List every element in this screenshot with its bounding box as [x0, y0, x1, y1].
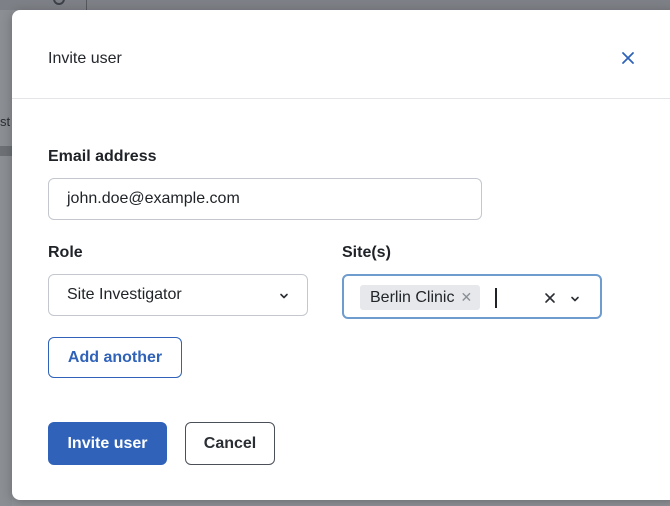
site-chip: Berlin Clinic ✕ [360, 285, 481, 310]
chip-remove-icon[interactable]: ✕ [460, 289, 472, 306]
background-divider [86, 0, 87, 10]
role-select[interactable]: Site Investigator [48, 274, 308, 316]
background-header [0, 0, 670, 10]
role-value: Site Investigator [67, 286, 182, 303]
cancel-label: Cancel [203, 434, 257, 452]
add-another-label: Add another [67, 348, 163, 366]
sites-label: Site(s) [342, 244, 391, 261]
cancel-button[interactable]: Cancel [185, 422, 275, 465]
sites-multiselect[interactable]: Berlin Clinic ✕ [342, 274, 602, 319]
background-sidebar [0, 10, 12, 506]
background-text: st [0, 114, 11, 129]
modal-title: Invite user [48, 50, 122, 67]
clear-icon[interactable] [544, 288, 556, 314]
invite-user-label: Invite user [67, 434, 148, 452]
email-field[interactable]: john.doe@example.com [48, 178, 482, 220]
background-block [0, 146, 12, 156]
email-value: john.doe@example.com [67, 190, 240, 207]
modal-header: Invite user [12, 10, 670, 99]
chevron-down-icon [279, 288, 289, 299]
email-label: Email address [48, 148, 157, 165]
invite-user-button[interactable]: Invite user [48, 422, 167, 465]
search-icon [52, 0, 68, 10]
chevron-down-icon[interactable] [570, 291, 580, 302]
invite-user-modal: Invite user Email address john.doe@examp… [12, 10, 670, 500]
close-icon[interactable] [618, 48, 638, 68]
site-chip-label: Berlin Clinic [370, 288, 455, 306]
add-another-button[interactable]: Add another [48, 337, 182, 378]
text-cursor [495, 288, 497, 308]
role-label: Role [48, 244, 83, 261]
